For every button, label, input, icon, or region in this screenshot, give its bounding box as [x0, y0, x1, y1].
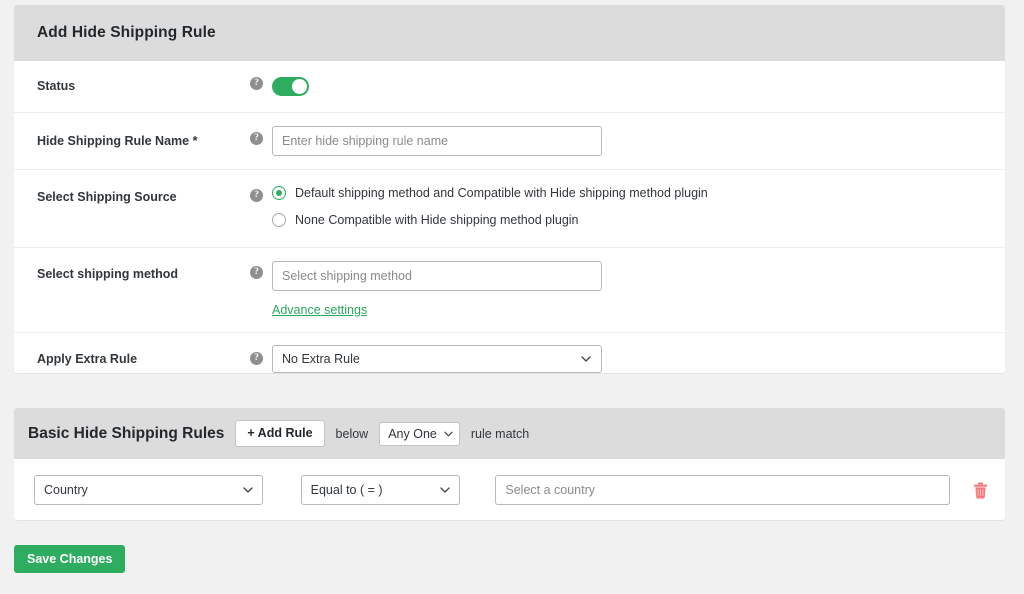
trash-icon	[973, 482, 987, 498]
form-row-shipping-method: Select shipping method ? Advance setting…	[14, 248, 1005, 333]
shipping-source-radio-group: Default shipping method and Compatible w…	[272, 184, 708, 227]
status-toggle[interactable]	[272, 77, 309, 96]
extra-rule-control: ? No Extra Rule	[250, 345, 1005, 373]
page-title: Add Hide Shipping Rule	[37, 24, 216, 41]
help-icon-shipping-source[interactable]: ?	[250, 189, 263, 202]
status-label: Status	[37, 79, 76, 94]
radio-option-none-compatible[interactable]: None Compatible with Hide shipping metho…	[272, 213, 708, 227]
rule-match-label: rule match	[470, 426, 530, 441]
rule-value-select[interactable]: Select a country	[495, 475, 951, 505]
extra-rule-selected-value: No Extra Rule	[282, 352, 360, 366]
rule-attribute-select[interactable]: Country	[34, 475, 263, 505]
shipping-method-control: ? Advance settings	[250, 261, 1005, 317]
panel-header: Add Hide Shipping Rule	[14, 5, 1005, 61]
rule-match-selected-value: Any One	[388, 426, 437, 441]
form-row-extra-rule: Apply Extra Rule ? No Extra Rule	[14, 333, 1005, 385]
rules-panel-title: Basic Hide Shipping Rules	[28, 424, 225, 442]
basic-hide-shipping-rules-panel: Basic Hide Shipping Rules + Add Rule bel…	[14, 408, 1005, 520]
form-row-status: Status ?	[14, 61, 1005, 113]
shipping-method-wrapper: Advance settings	[272, 261, 602, 317]
add-hide-shipping-rule-panel: Add Hide Shipping Rule Status ? Hide Shi…	[14, 5, 1005, 373]
save-changes-button[interactable]: Save Changes	[14, 545, 126, 573]
advance-settings-link[interactable]: Advance settings	[272, 303, 367, 317]
help-icon-extra-rule[interactable]: ?	[250, 352, 263, 365]
help-icon-shipping-method[interactable]: ?	[250, 266, 263, 279]
radio-label-none-compatible: None Compatible with Hide shipping metho…	[295, 213, 579, 227]
delete-rule-button[interactable]	[969, 478, 991, 502]
form-row-shipping-source: Select Shipping Source ? Default shippin…	[14, 170, 1005, 248]
rule-operator-select[interactable]: Equal to ( = )	[300, 475, 461, 505]
extra-rule-select[interactable]: No Extra Rule	[272, 345, 602, 373]
rules-panel-header: Basic Hide Shipping Rules + Add Rule bel…	[14, 408, 1005, 459]
rule-name-input[interactable]	[272, 126, 602, 156]
status-toggle-knob	[292, 79, 307, 94]
shipping-method-input[interactable]	[272, 261, 602, 291]
shipping-source-control: ? Default shipping method and Compatible…	[250, 184, 1005, 227]
radio-icon-checked	[272, 186, 286, 200]
rule-value-placeholder: Select a country	[505, 483, 596, 497]
extra-rule-label: Apply Extra Rule	[37, 351, 138, 366]
help-icon-status[interactable]: ?	[250, 77, 263, 90]
add-rule-button[interactable]: + Add Rule	[235, 420, 325, 447]
rule-operator-value: Equal to ( = )	[310, 483, 383, 497]
radio-option-default-shipping[interactable]: Default shipping method and Compatible w…	[272, 186, 708, 200]
shipping-method-label: Select shipping method	[37, 267, 178, 281]
rule-name-control: ?	[250, 126, 1005, 156]
rule-match-select[interactable]: Any One	[379, 421, 460, 446]
rule-attribute-value: Country	[44, 483, 88, 497]
radio-label-default-shipping: Default shipping method and Compatible w…	[295, 186, 708, 200]
form-row-rule-name: Hide Shipping Rule Name * ?	[14, 113, 1005, 170]
chevron-down-icon	[581, 356, 591, 362]
shipping-source-label: Select Shipping Source	[37, 190, 177, 204]
page-root: Add Hide Shipping Rule Status ? Hide Shi…	[0, 0, 1024, 594]
help-icon-rule-name[interactable]: ?	[250, 132, 263, 145]
chevron-down-icon	[242, 487, 253, 493]
chevron-down-icon	[444, 431, 453, 436]
rules-body: Country Equal to ( = ) Select a country	[14, 459, 1005, 523]
below-label: below	[335, 426, 369, 441]
status-control: ?	[250, 77, 1005, 96]
radio-icon-unchecked	[272, 213, 286, 227]
chevron-down-icon	[440, 487, 451, 493]
rule-name-label: Hide Shipping Rule Name *	[37, 133, 198, 148]
rule-row: Country Equal to ( = ) Select a country	[34, 475, 991, 505]
